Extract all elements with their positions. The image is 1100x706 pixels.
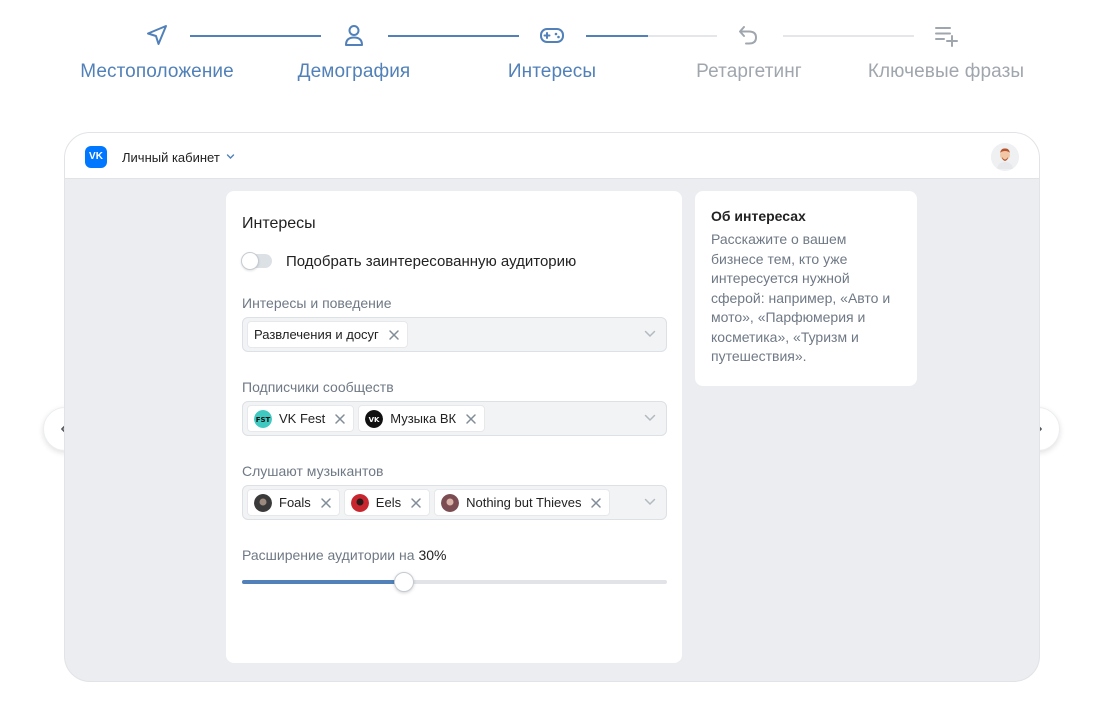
chip: Eels [343, 489, 431, 516]
audience-toggle-row: Подобрать заинтересованную аудиторию [241, 251, 577, 271]
chip: Развлечения и досуг [247, 321, 408, 348]
step-label: Демография [297, 61, 411, 82]
gamepad-icon [540, 28, 564, 43]
artist-avatar [441, 493, 460, 512]
chip: VK Музыка ВК [358, 405, 486, 432]
toggle-label: Подобрать заинтересованную аудиторию [286, 252, 577, 270]
close-icon[interactable] [387, 328, 401, 342]
svg-text:FST: FST [256, 416, 271, 424]
info-text: Расскажите о вашем бизнесе тем, кто уже … [711, 231, 891, 364]
navigation-arrow-icon [147, 25, 167, 45]
close-icon[interactable] [333, 412, 347, 426]
account-label: Личный кабинет [122, 150, 220, 165]
chevron-down-icon [644, 414, 656, 422]
chip-label: Nothing but Thieves [466, 495, 582, 510]
step-label: Ретаргетинг [696, 61, 802, 82]
communities-field-label: Подписчики сообществ [242, 379, 394, 395]
community-avatar: FST [254, 409, 272, 428]
svg-text:VK: VK [369, 416, 380, 424]
close-icon[interactable] [589, 496, 603, 510]
expansion-slider-thumb[interactable] [394, 572, 414, 592]
close-icon[interactable] [409, 496, 423, 510]
audience-toggle[interactable] [241, 252, 272, 270]
close-icon[interactable] [464, 412, 478, 426]
step-demography[interactable]: Демография [254, 22, 454, 83]
chip-label: Eels [375, 495, 402, 510]
stepper: Местоположение Демография Интересы Ретар… [0, 0, 1100, 110]
musicians-select[interactable]: Foals Eels Nothing but Thieves [242, 485, 667, 520]
info-card: Об интересах Расскажите о вашем бизнесе … [695, 191, 917, 386]
interests-select[interactable]: Развлечения и досуг [242, 317, 667, 352]
chip-label: VK Fest [279, 411, 326, 426]
avatar[interactable] [991, 143, 1019, 171]
communities-select[interactable]: FST VK Fest VK Музыка ВК [242, 401, 667, 436]
step-retargeting[interactable]: Ретаргетинг [649, 22, 849, 83]
expansion-label-text: Расширение аудитории на [242, 547, 415, 563]
chip-label: Музыка ВК [390, 411, 457, 426]
artist-avatar [350, 493, 369, 512]
musicians-field-label: Слушают музыкантов [242, 463, 384, 479]
close-icon[interactable] [319, 496, 333, 510]
chip: Foals [247, 489, 340, 516]
chip: Nothing but Thieves [434, 489, 611, 516]
chip-label: Развлечения и досуг [254, 327, 379, 342]
step-label: Ключевые фразы [867, 61, 1025, 82]
chip-label: Foals [279, 495, 311, 510]
chevron-down-icon [644, 330, 656, 338]
expansion-value: 30% [418, 547, 447, 563]
step-location[interactable]: Местоположение [57, 22, 257, 83]
chevron-down-icon [644, 498, 656, 506]
expansion-slider-track[interactable] [242, 580, 667, 584]
expansion-label: Расширение аудитории на 30% [242, 547, 446, 563]
info-title: Об интересах [711, 208, 806, 224]
user-avatar-icon [991, 143, 1019, 171]
step-keywords[interactable]: Ключевые фразы [846, 22, 1046, 83]
user-icon [345, 25, 363, 46]
undo-arrow-icon [739, 26, 758, 45]
card-title: Интересы [242, 215, 316, 232]
interests-field-label: Интересы и поведение [242, 295, 392, 311]
account-menu[interactable]: Личный кабинет [122, 150, 235, 165]
artist-avatar [254, 493, 272, 512]
vk-logo[interactable]: VK [85, 146, 107, 168]
list-add-icon [935, 27, 958, 47]
app-window: VK Личный кабинет Интересы Подобрать заи… [64, 132, 1040, 682]
step-interests[interactable]: Интересы [452, 22, 652, 83]
step-label: Местоположение [80, 61, 234, 82]
chevron-down-icon [226, 154, 235, 159]
chip: FST VK Fest [247, 405, 355, 432]
step-label: Интересы [507, 61, 597, 82]
community-avatar: VK [365, 409, 384, 428]
top-bar: VK Личный кабинет [65, 133, 1039, 179]
interests-card: Интересы Подобрать заинтересованную ауди… [226, 191, 682, 663]
